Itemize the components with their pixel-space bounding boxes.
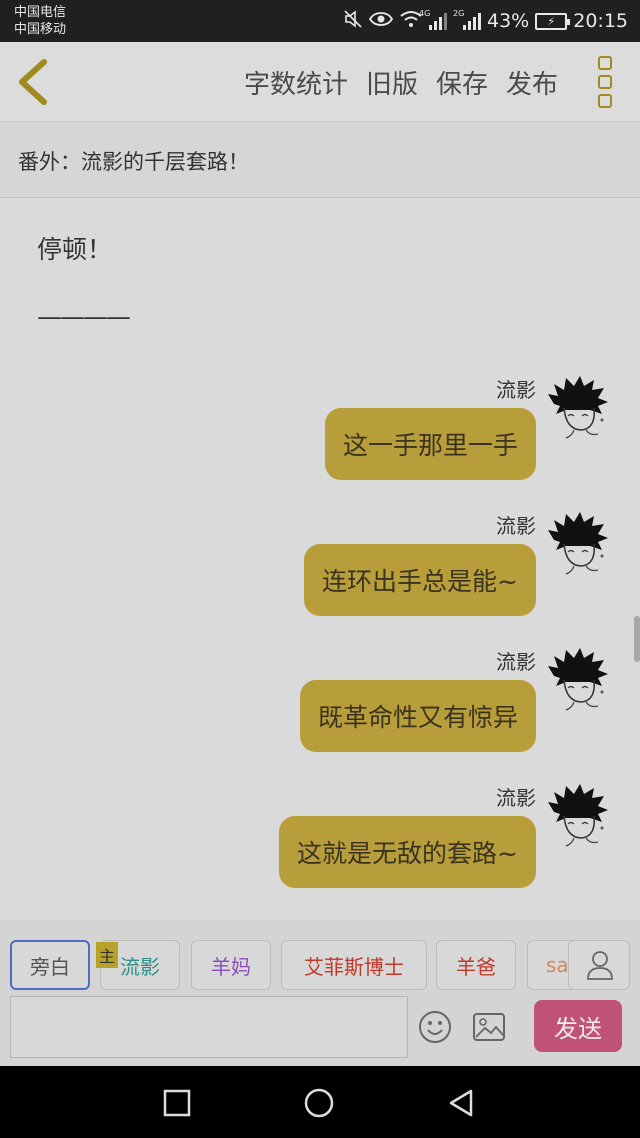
avatar[interactable] <box>546 510 610 578</box>
carrier-2: 中国移动 <box>14 22 67 37</box>
story-content[interactable]: 停顿！ ———— 流影 这一手那里一手 流影 连环出手总是能~ 流影 既革命性又… <box>0 198 640 920</box>
send-button[interactable]: 发送 <box>534 1000 622 1052</box>
chapter-title: 番外：流影的千层套路！ <box>18 150 249 174</box>
speaker-name: 流影 <box>496 786 536 810</box>
role-chip-yangba[interactable]: 羊爸 <box>436 940 516 990</box>
battery-icon: ⚡ <box>535 12 571 30</box>
carrier-info: 中国电信 中国移动 <box>14 4 66 38</box>
main-role-badge: 主 <box>96 942 118 968</box>
chat-message: 流影 这一手那里一手 <box>0 374 640 504</box>
carrier-1: 中国电信 <box>14 5 67 20</box>
avatar[interactable] <box>546 646 610 714</box>
signal-2g-icon: 2G <box>453 9 481 30</box>
home-icon[interactable] <box>304 1088 334 1118</box>
emoji-icon[interactable] <box>418 1010 452 1044</box>
message-input[interactable] <box>10 996 408 1058</box>
battery-percent: 43% <box>487 10 530 32</box>
mute-icon <box>343 9 363 33</box>
speaker-name: 流影 <box>496 650 536 674</box>
person-icon[interactable] <box>568 940 630 990</box>
role-chip-dr-efis[interactable]: 艾菲斯博士 <box>281 940 427 990</box>
chat-message: 流影 既革命性又有惊异 <box>0 646 640 776</box>
eye-icon <box>368 10 394 32</box>
old-version-button[interactable]: 旧版 <box>366 64 418 101</box>
speaker-name: 流影 <box>496 514 536 538</box>
role-chip-yangma[interactable]: 羊妈 <box>191 940 271 990</box>
input-panel: 旁白 流影 羊妈 艾菲斯博士 羊爸 sa 主 发送 <box>0 920 640 1066</box>
back-button[interactable] <box>14 58 54 106</box>
message-bubble[interactable]: 这一手那里一手 <box>324 408 536 480</box>
avatar[interactable] <box>546 782 610 850</box>
narration-line: ———— <box>37 302 131 331</box>
chapter-title-bar[interactable]: 番外：流影的千层套路！ <box>0 122 640 198</box>
chat-message: 流影 这就是无敌的套路~ <box>0 782 640 912</box>
role-chip-narration[interactable]: 旁白 <box>10 940 90 990</box>
word-count-button[interactable]: 字数统计 <box>244 64 348 101</box>
speaker-name: 流影 <box>496 378 536 402</box>
status-bar: 中国电信 中国移动 4G 2G 43% ⚡ 20:15 <box>0 0 640 42</box>
message-bubble[interactable]: 这就是无敌的套路~ <box>279 816 536 888</box>
more-menu-icon[interactable] <box>598 56 614 108</box>
system-nav-bar <box>0 1066 640 1138</box>
chat-message: 流影 连环出手总是能~ <box>0 510 640 640</box>
message-bubble[interactable]: 既革命性又有惊异 <box>299 680 536 752</box>
image-icon[interactable] <box>472 1012 506 1042</box>
save-button[interactable]: 保存 <box>436 64 488 101</box>
scrollbar-thumb[interactable] <box>634 616 640 662</box>
publish-button[interactable]: 发布 <box>506 64 558 101</box>
recent-apps-icon[interactable] <box>162 1088 192 1118</box>
back-nav-icon[interactable] <box>446 1088 476 1118</box>
message-bubble[interactable]: 连环出手总是能~ <box>304 544 536 616</box>
signal-4g-icon: 4G <box>419 9 447 30</box>
narration-line: 停顿！ <box>37 235 113 264</box>
top-toolbar: 字数统计 旧版 保存 发布 <box>0 42 640 122</box>
clock: 20:15 <box>573 10 628 32</box>
avatar[interactable] <box>546 374 610 442</box>
